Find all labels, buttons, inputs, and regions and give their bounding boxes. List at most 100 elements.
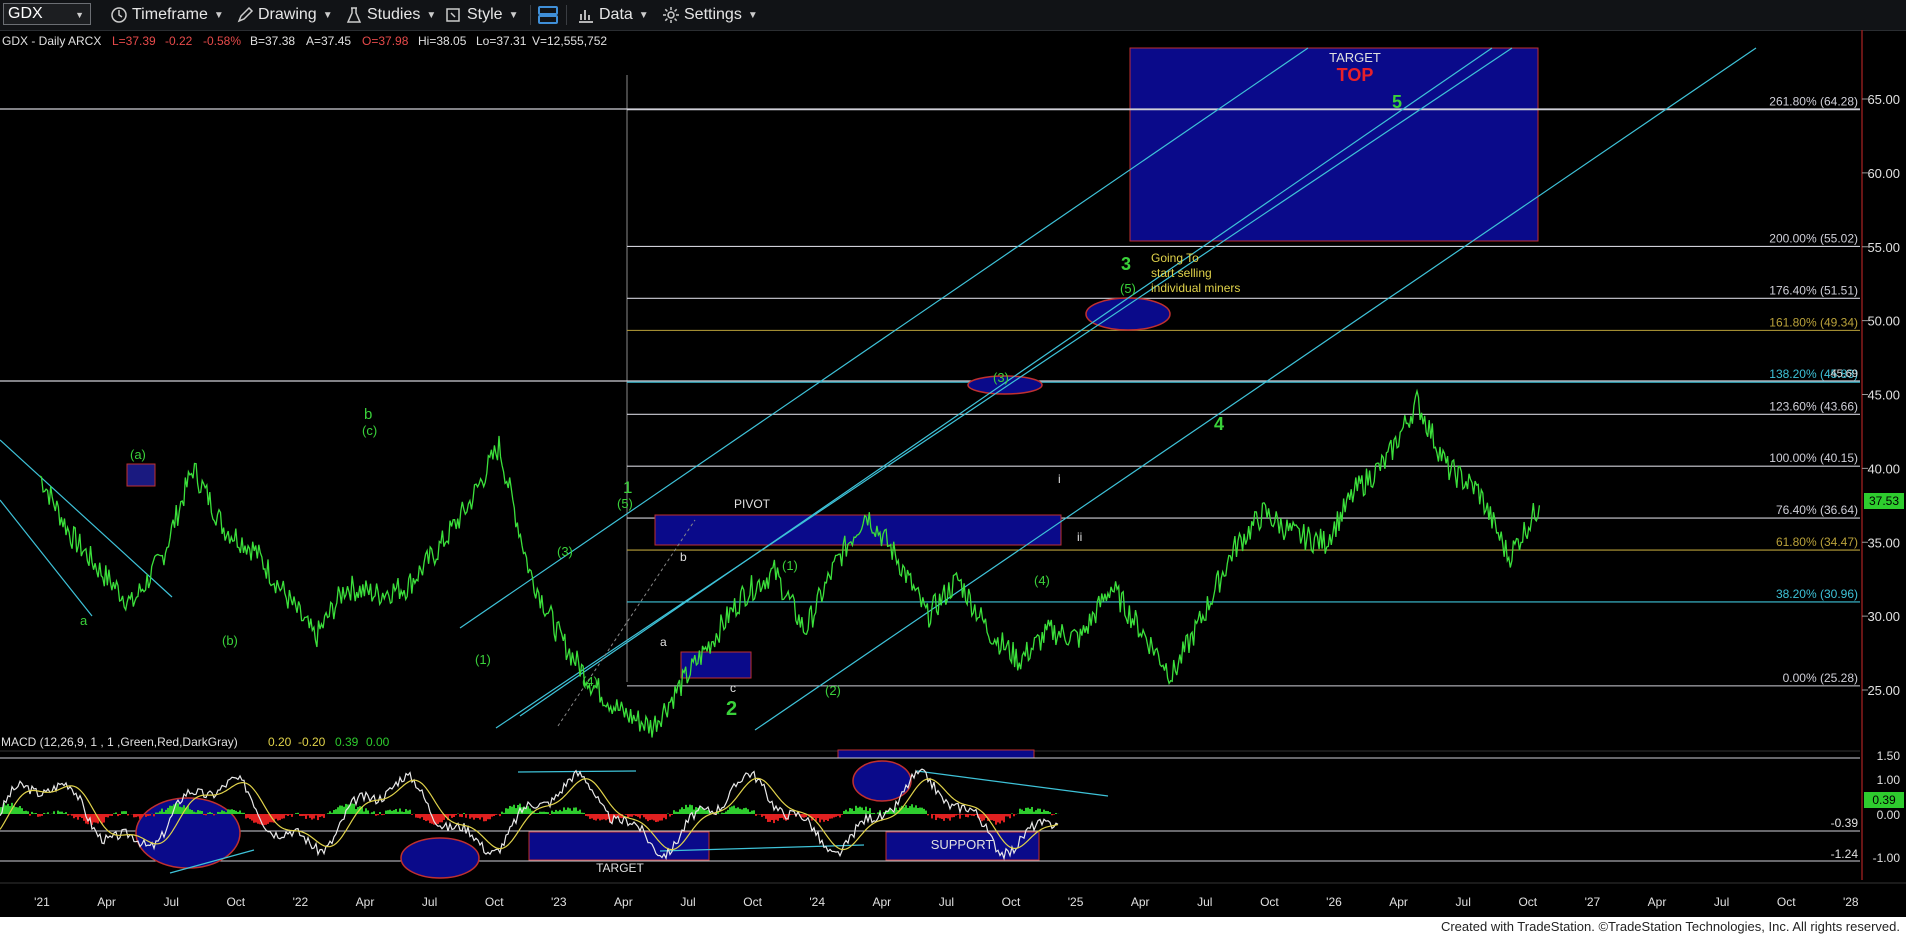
volume-text: V=12,555,752 <box>532 34 607 48</box>
macd-tick-label: 1.00 <box>1877 773 1901 787</box>
drawing-menu[interactable]: Drawing ▼ <box>236 4 333 26</box>
macd-support-label: SUPPORT <box>931 837 994 852</box>
low-text: Lo=37.31 <box>476 34 527 48</box>
note-going-to: Going To <box>1151 251 1199 265</box>
time-tick-label: Oct <box>226 895 245 909</box>
wave-label-a: a <box>80 613 88 628</box>
time-tick-label: '27 <box>1585 895 1601 909</box>
note-start-selling: start selling <box>1151 266 1212 280</box>
timeframe-menu[interactable]: Timeframe ▼ <box>110 4 224 26</box>
wave-label-b: b <box>364 406 372 423</box>
layout-button[interactable] <box>537 4 563 26</box>
toolbar-divider <box>530 5 531 25</box>
ask-text: A=37.45 <box>306 34 351 48</box>
price-tick-label: 40.00 <box>1867 461 1900 476</box>
time-tick-label: Jul <box>680 895 695 909</box>
wave-label-4-paren: (4) <box>582 674 598 689</box>
fib-label-10: 0.00% (25.28) <box>1783 671 1858 685</box>
price-tick-label: 30.00 <box>1867 609 1900 624</box>
data-label: Data <box>599 6 633 23</box>
high-text: Hi=38.05 <box>418 34 467 48</box>
wave-label-5b-paren: (5) <box>1120 281 1136 296</box>
macd-ellipse-3 <box>852 760 912 802</box>
chevron-down-icon: ▼ <box>426 9 437 21</box>
macd-tick-label: 1.50 <box>1877 749 1901 763</box>
time-tick-label: Oct <box>485 895 504 909</box>
downtrend-line-lower <box>0 499 93 617</box>
last-price-text: L=37.39 <box>112 34 156 48</box>
bid-text: B=37.38 <box>250 34 295 48</box>
time-tick-label: Jul <box>422 895 437 909</box>
style-icon <box>446 8 460 22</box>
time-tick-label: Jul <box>164 895 179 909</box>
macd-label-neg039: -0.39 <box>1831 816 1859 830</box>
wave-label-a-paren: (a) <box>130 447 146 462</box>
wave-label-3b-paren: (3) <box>993 370 1009 385</box>
top-label: TOP <box>1337 65 1374 85</box>
note-individual-miners: individual miners <box>1151 281 1240 295</box>
macd-value-2: -0.20 <box>298 735 326 749</box>
settings-label: Settings <box>684 6 742 23</box>
price-tick-label: 35.00 <box>1867 535 1900 550</box>
gear-icon <box>663 7 679 23</box>
chevron-down-icon: ▼ <box>75 10 84 20</box>
chevron-down-icon: ▼ <box>213 9 224 21</box>
copyright-text: Created with TradeStation. ©TradeStation… <box>1440 919 1900 934</box>
style-menu[interactable]: Style ▼ <box>445 4 518 26</box>
target-zone-box <box>1129 47 1539 242</box>
time-tick-label: '28 <box>1843 895 1859 909</box>
wave-label-1: 1 <box>623 478 632 497</box>
data-menu[interactable]: Data ▼ <box>577 4 649 26</box>
symbol-selector[interactable]: GDX ▼ <box>3 3 91 25</box>
time-tick-label: '26 <box>1326 895 1342 909</box>
wave-label-3-paren: (3) <box>557 544 573 559</box>
macd-top-box <box>837 749 1035 759</box>
wave-label-2-paren: (2) <box>825 683 841 698</box>
time-tick-label: Oct <box>1260 895 1279 909</box>
wave-label-1-paren: (1) <box>475 652 491 667</box>
fib-label-9: 38.20% (30.96) <box>1776 587 1858 601</box>
macd-tick-label: 0.00 <box>1877 808 1901 822</box>
wave-label-1b-paren: (1) <box>782 558 798 573</box>
time-tick-label: Jul <box>939 895 954 909</box>
price-tick-label: 50.00 <box>1867 314 1900 329</box>
flask-icon <box>346 7 362 23</box>
wave-label-3: 3 <box>1121 254 1131 274</box>
macd-value-4: 0.00 <box>366 735 390 749</box>
time-tick-label: '24 <box>809 895 825 909</box>
timeframe-label: Timeframe <box>132 6 208 23</box>
price-tick-label: 45.00 <box>1867 388 1900 403</box>
time-tick-label: '23 <box>551 895 567 909</box>
wave-label-ii: ii <box>1077 530 1082 544</box>
time-tick-label: Apr <box>872 895 891 909</box>
wave-label-4: 4 <box>1214 414 1224 434</box>
wave-label-2: 2 <box>726 698 737 720</box>
time-tick-label: Oct <box>1777 895 1796 909</box>
macd-trend-2 <box>916 770 1109 797</box>
chevron-down-icon: ▼ <box>638 9 649 21</box>
price-chart[interactable]: GDX - Daily ARCX L=37.39 -0.22 -0.58% B=… <box>0 30 1906 910</box>
fib-label-1: 200.00% (55.02) <box>1769 231 1858 245</box>
time-tick-label: Apr <box>1389 895 1408 909</box>
price-tick-label: 55.00 <box>1867 240 1900 255</box>
level-45-label: 45.69 <box>1830 368 1858 380</box>
macd-value-3: 0.39 <box>335 735 359 749</box>
settings-menu[interactable]: Settings ▼ <box>662 4 758 26</box>
last-price-marker-text: 37.53 <box>1869 494 1899 508</box>
time-tick-label: Jul <box>1456 895 1471 909</box>
wave-label-i: i <box>1058 472 1061 486</box>
pivot-zone-box <box>654 514 1062 546</box>
open-text: O=37.98 <box>362 34 409 48</box>
chevron-down-icon: ▼ <box>747 9 758 21</box>
studies-menu[interactable]: Studies ▼ <box>345 4 436 26</box>
channel-mid-1 <box>495 47 1513 729</box>
time-tick-label: Apr <box>1648 895 1667 909</box>
time-tick-label: Apr <box>356 895 375 909</box>
time-tick-label: '25 <box>1068 895 1084 909</box>
price-axis: 65.00 60.00 55.00 50.00 45.00 40.00 35.00 30.00… <box>1862 92 1900 698</box>
fib-label-0: 261.80% (64.28) <box>1769 95 1858 109</box>
target-label: TARGET <box>1329 50 1381 65</box>
bar-chart-icon <box>579 10 593 23</box>
macd-last-marker-text: 0.39 <box>1872 793 1896 807</box>
wave-label-b-paren: (b) <box>222 633 238 648</box>
